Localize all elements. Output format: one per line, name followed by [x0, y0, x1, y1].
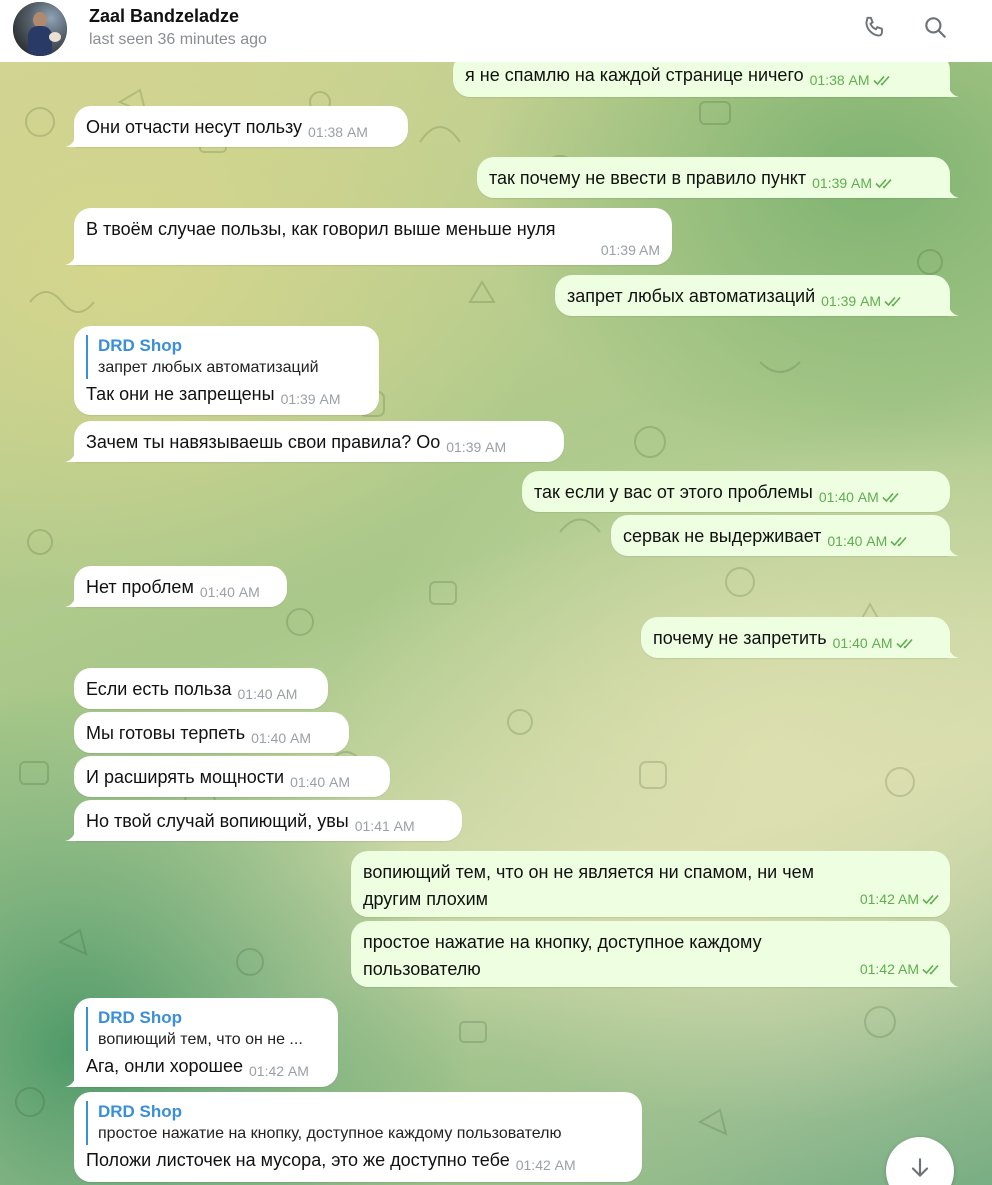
message-text: Так они не запрещены	[86, 384, 275, 404]
bubble-tail	[947, 642, 959, 658]
message-incoming[interactable]: Зачем ты навязываешь свои правила? Оо 01:…	[65, 421, 564, 462]
message-time: 01:39 AM	[446, 439, 507, 455]
message-text: запрет любых автоматизаций	[567, 286, 816, 306]
message-text: сервак не выдерживает	[623, 526, 822, 546]
message-text-line: другим плохим	[363, 889, 488, 909]
message-incoming[interactable]: И расширять мощности 01:40 AM	[74, 756, 390, 797]
message-time: 01:40 AM	[251, 730, 312, 746]
bubble-tail	[947, 81, 959, 97]
message-incoming[interactable]: Но твой случай вопиющий, увы 01:41 AM	[65, 800, 462, 841]
double-check-icon	[884, 297, 901, 307]
bubble-tail	[947, 182, 959, 198]
phone-icon[interactable]	[860, 12, 890, 42]
message-outgoing[interactable]: простое нажатие на кнопку, доступное каж…	[351, 921, 959, 987]
message-time: 01:39 AM	[812, 175, 895, 191]
message-time: 01:41 AM	[354, 818, 415, 834]
message-time: 01:40 AM	[833, 635, 916, 651]
message-time: 01:39 AM	[821, 293, 904, 309]
arrow-down-icon	[911, 1158, 929, 1177]
message-time: 01:40 AM	[237, 686, 298, 702]
message-incoming-reply[interactable]: DRD Shop запрет любых автоматизаций Так …	[74, 326, 379, 415]
message-time: 01:40 AM	[290, 774, 351, 790]
message-time: 01:39 AM	[280, 391, 341, 407]
double-check-icon	[882, 493, 899, 503]
message-incoming[interactable]: Они отчасти несут пользу 01:38 AM	[65, 106, 408, 147]
message-text: почему не запретить	[653, 628, 827, 648]
avatar[interactable]	[13, 2, 67, 56]
message-incoming[interactable]: Мы готовы терпеть 01:40 AM	[74, 712, 349, 753]
message-text: Положи листочек на мусора, это же доступ…	[86, 1150, 510, 1170]
message-time: 01:39 AM	[600, 242, 660, 258]
message-text: Нет проблем	[86, 577, 194, 597]
bubble-tail	[65, 591, 77, 607]
message-time: 01:40 AM	[199, 584, 260, 600]
reply-author: DRD Shop	[98, 336, 183, 355]
message-text: Но твой случай вопиющий, увы	[86, 811, 349, 831]
message-time: 01:40 AM	[827, 533, 910, 549]
message-incoming-reply[interactable]: DRD Shop простое нажатие на кнопку, дост…	[74, 1092, 642, 1182]
message-outgoing[interactable]: запрет любых автоматизаций 01:39 AM	[555, 275, 959, 316]
message-incoming[interactable]: Если есть польза 01:40 AM	[74, 668, 328, 709]
bubble-tail	[65, 249, 77, 265]
bubble-tail	[947, 971, 959, 987]
double-check-icon	[922, 895, 939, 905]
bubble-tail	[65, 131, 77, 147]
message-text: Зачем ты навязываешь свои правила? Оо	[86, 432, 441, 452]
message-text: В твоём случае пользы, как говорил выше …	[86, 219, 556, 239]
message-time: 01:42 AM	[860, 886, 942, 913]
message-text: Если есть польза	[86, 679, 232, 699]
double-check-icon	[922, 965, 939, 975]
reply-text: вопиющий тем, что он не ...	[98, 1031, 303, 1048]
message-incoming-reply[interactable]: DRD Shop вопиющий тем, что он не ... Ага…	[65, 998, 338, 1087]
chat-header: Zaal Bandzeladze last seen 36 minutes ag…	[0, 0, 992, 62]
message-text-line: пользователю	[363, 959, 481, 979]
bubble-tail	[947, 540, 959, 556]
double-check-icon	[875, 179, 892, 189]
reply-author: DRD Shop	[98, 1008, 183, 1027]
message-text: так почему не ввести в правило пункт	[489, 168, 807, 188]
message-text: И расширять мощности	[86, 767, 285, 787]
message-text-line: вопиющий тем, что он не является ни спам…	[363, 862, 814, 882]
message-time: 01:42 AM	[860, 956, 942, 983]
reply-author: DRD Shop	[98, 1102, 183, 1121]
message-outgoing[interactable]: так если у вас от этого проблемы 01:40 AM	[522, 471, 950, 512]
message-time: 01:40 AM	[819, 489, 902, 505]
reply-quote[interactable]: DRD Shop запрет любых автоматизаций	[86, 335, 367, 379]
contact-name[interactable]: Zaal Bandzeladze	[89, 6, 239, 27]
bubble-tail	[65, 446, 77, 462]
bubble-tail	[65, 1071, 77, 1087]
message-text: так если у вас от этого проблемы	[534, 482, 813, 502]
message-time: 01:38 AM	[308, 124, 368, 140]
reply-text: запрет любых автоматизаций	[98, 359, 319, 376]
reply-text: простое нажатие на кнопку, доступное каж…	[98, 1125, 562, 1142]
message-text: Мы готовы терпеть	[86, 723, 246, 743]
message-time: 01:42 AM	[249, 1063, 309, 1079]
message-outgoing[interactable]: почему не запретить 01:40 AM	[641, 617, 959, 658]
message-time: 01:42 AM	[515, 1157, 576, 1173]
bubble-tail	[65, 825, 77, 841]
message-outgoing[interactable]: вопиющий тем, что он не является ни спам…	[351, 851, 950, 917]
reply-quote[interactable]: DRD Shop вопиющий тем, что он не ...	[86, 1007, 326, 1051]
message-incoming[interactable]: В твоём случае пользы, как говорил выше …	[65, 208, 672, 265]
double-check-icon	[896, 639, 913, 649]
contact-status: last seen 36 minutes ago	[89, 31, 267, 48]
search-icon[interactable]	[920, 12, 950, 42]
message-outgoing[interactable]: сервак не выдерживает 01:40 AM	[611, 515, 959, 556]
message-text: Ага, онли хорошее	[86, 1056, 243, 1076]
double-check-icon	[890, 537, 907, 547]
message-incoming[interactable]: Нет проблем 01:40 AM	[65, 566, 287, 607]
message-time: 01:38 AM	[810, 72, 893, 88]
message-text: Они отчасти несут пользу	[86, 117, 303, 137]
bubble-tail	[947, 300, 959, 316]
reply-quote[interactable]: DRD Shop простое нажатие на кнопку, дост…	[86, 1101, 630, 1145]
message-text-line: простое нажатие на кнопку, доступное каж…	[363, 932, 762, 952]
message-text: я не спамлю на каждой странице ничего	[465, 65, 804, 85]
message-outgoing[interactable]: так почему не ввести в правило пункт 01:3…	[477, 157, 959, 198]
double-check-icon	[872, 76, 890, 86]
